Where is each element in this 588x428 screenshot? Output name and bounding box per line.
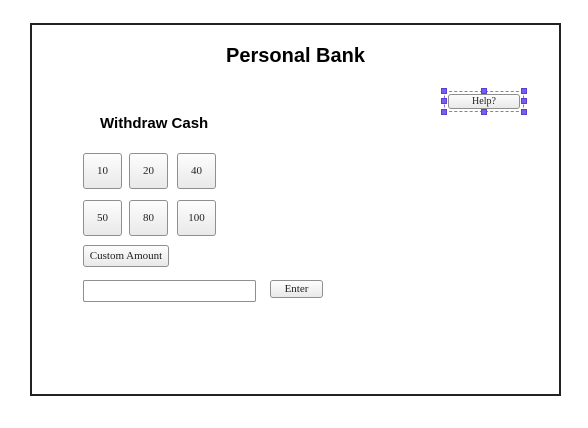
resize-handle-left[interactable]	[441, 98, 447, 104]
custom-amount-button[interactable]: Custom Amount	[83, 245, 169, 267]
amount-button-40[interactable]: 40	[177, 153, 216, 189]
resize-handle-right[interactable]	[521, 98, 527, 104]
amount-button-100[interactable]: 100	[177, 200, 216, 236]
amount-button-50[interactable]: 50	[83, 200, 122, 236]
amount-button-20[interactable]: 20	[129, 153, 168, 189]
app-window: Personal Bank Help? Withdraw Cash 10 20 …	[30, 23, 561, 396]
amount-button-80[interactable]: 80	[129, 200, 168, 236]
help-selection: Help?	[441, 88, 527, 115]
amount-input[interactable]	[83, 280, 256, 302]
app-title: Personal Bank	[226, 45, 365, 67]
resize-handle-top[interactable]	[481, 88, 487, 94]
help-button[interactable]: Help?	[448, 94, 520, 109]
resize-handle-top-left[interactable]	[441, 88, 447, 94]
withdraw-cash-heading: Withdraw Cash	[100, 115, 209, 132]
resize-handle-bottom-right[interactable]	[521, 109, 527, 115]
resize-handle-bottom[interactable]	[481, 109, 487, 115]
enter-button[interactable]: Enter	[270, 280, 323, 298]
resize-handle-bottom-left[interactable]	[441, 109, 447, 115]
amount-button-10[interactable]: 10	[83, 153, 122, 189]
resize-handle-top-right[interactable]	[521, 88, 527, 94]
